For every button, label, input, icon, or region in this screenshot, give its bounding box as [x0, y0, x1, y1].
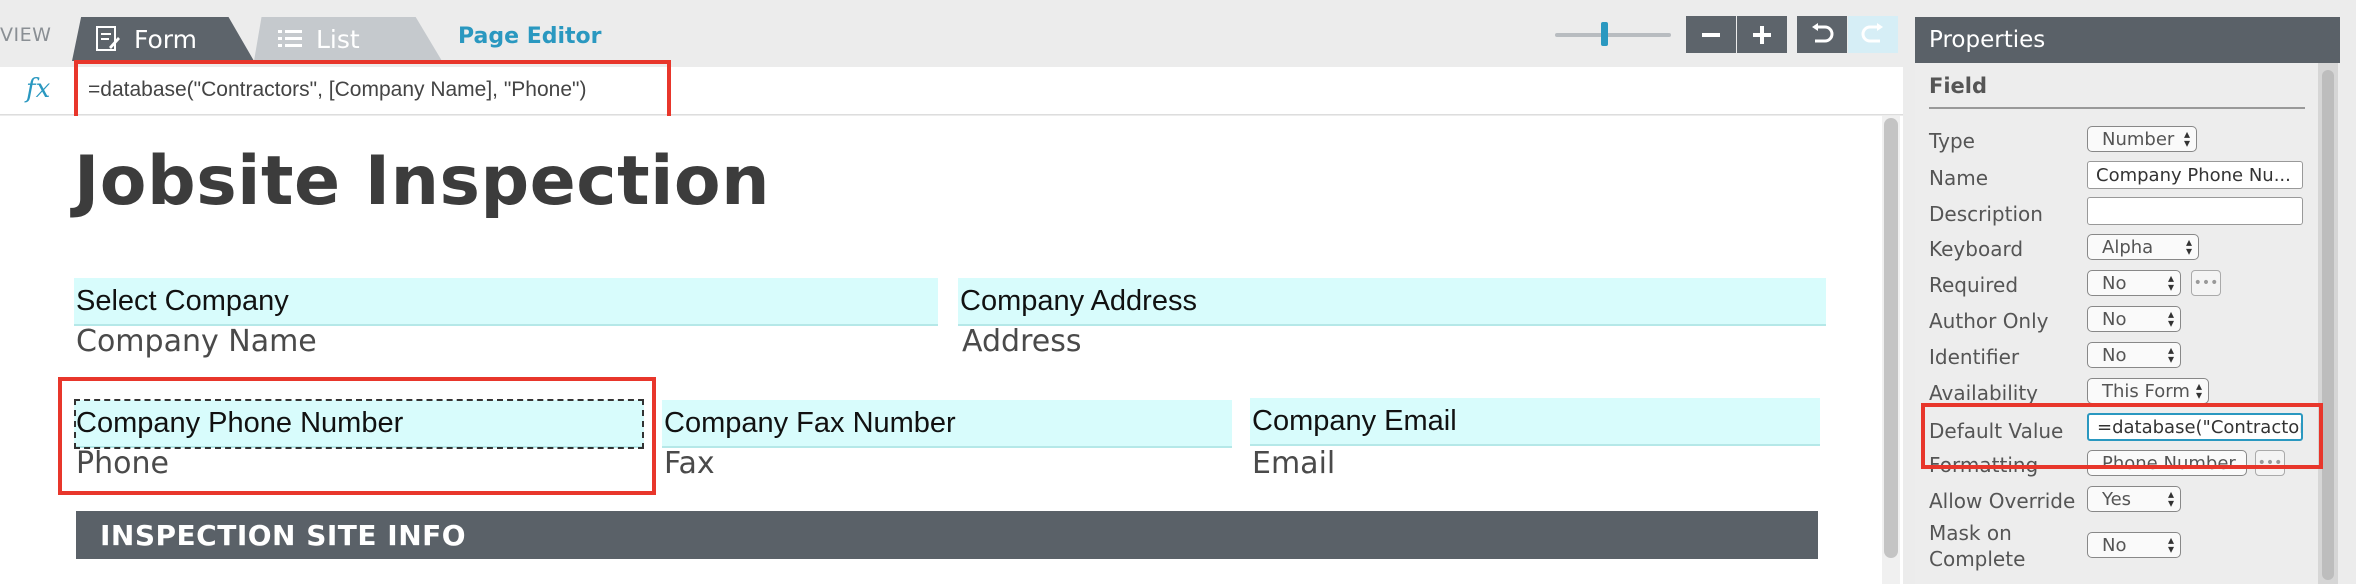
- stepper-arrows-icon: ▴ ▾: [2167, 343, 2174, 366]
- field-name-fax: Fax: [664, 446, 715, 481]
- prop-label-description: Description: [1929, 202, 2043, 226]
- field-name-email: Email: [1252, 446, 1336, 481]
- properties-scroll-thumb[interactable]: [2322, 70, 2334, 580]
- zoom-slider-handle[interactable]: [1601, 22, 1608, 46]
- section-header: INSPECTION SITE INFO: [76, 511, 1818, 559]
- prop-label-mask-on-complete: Mask on Complete: [1929, 521, 2026, 571]
- fx-icon: fx: [26, 74, 51, 104]
- undo-button[interactable]: [1797, 16, 1847, 53]
- identifier-select[interactable]: No ▴ ▾: [2087, 342, 2181, 368]
- stepper-arrows-icon: ▴ ▾: [2167, 487, 2174, 510]
- allow-override-select[interactable]: Yes ▴ ▾: [2087, 486, 2181, 512]
- keyboard-select[interactable]: Alpha ▴ ▾: [2087, 234, 2199, 260]
- field-name-company-name: Company Name: [76, 324, 317, 359]
- zoom-out-button[interactable]: [1686, 16, 1736, 53]
- tab-form[interactable]: Form: [72, 17, 254, 61]
- redo-button[interactable]: [1848, 16, 1898, 53]
- prop-label-required: Required: [1929, 273, 2019, 297]
- phone-field-highlight-box: [58, 377, 656, 495]
- prop-label-author-only: Author Only: [1929, 309, 2049, 333]
- field-label-select-company[interactable]: Select Company: [74, 278, 938, 326]
- field-label-company-fax[interactable]: Company Fax Number: [662, 400, 1232, 448]
- stepper-arrows-icon: ▴ ▾: [2167, 533, 2174, 556]
- prop-label-keyboard: Keyboard: [1929, 237, 2024, 261]
- zoom-in-button[interactable]: [1737, 16, 1787, 53]
- stepper-arrows-icon: ▴ ▾: [2167, 307, 2174, 330]
- tab-form-label: Form: [134, 24, 197, 54]
- description-input[interactable]: [2087, 197, 2303, 225]
- availability-select[interactable]: This Form ▴ ▾: [2087, 378, 2209, 404]
- stepper-arrows-icon: ▴ ▾: [2183, 127, 2190, 150]
- canvas-scroll-thumb[interactable]: [1884, 118, 1898, 558]
- mask-on-complete-select[interactable]: No ▴ ▾: [2087, 532, 2181, 558]
- form-title: Jobsite Inspection: [74, 142, 771, 221]
- name-input[interactable]: Company Phone Nu...: [2087, 161, 2303, 189]
- properties-group-title: Field: [1929, 74, 1988, 98]
- type-select[interactable]: Number ▴ ▾: [2087, 126, 2197, 152]
- prop-label-availability: Availability: [1929, 381, 2039, 405]
- undo-icon: [1812, 22, 1834, 42]
- stepper-arrows-icon: ▴ ▾: [2185, 235, 2192, 258]
- required-select[interactable]: No ▴ ▾: [2087, 270, 2181, 296]
- prop-label-type: Type: [1929, 129, 1975, 153]
- prop-label-allow-override: Allow Override: [1929, 489, 2076, 513]
- author-only-select[interactable]: No ▴ ▾: [2087, 306, 2181, 332]
- default-value-highlight-box: [1921, 403, 2323, 469]
- stepper-arrows-icon: ▴ ▾: [2167, 271, 2174, 294]
- required-more-button[interactable]: •••: [2191, 270, 2221, 296]
- field-label-company-email[interactable]: Company Email: [1250, 398, 1820, 446]
- view-label: VIEW: [0, 24, 52, 46]
- form-icon: [94, 25, 122, 53]
- ellipsis-icon: •••: [2193, 275, 2219, 291]
- plus-icon: [1753, 25, 1771, 44]
- group-divider: [1929, 107, 2305, 109]
- redo-icon: [1861, 22, 1883, 42]
- prop-label-name: Name: [1929, 166, 1989, 190]
- zoom-slider-track[interactable]: [1555, 33, 1671, 37]
- prop-label-identifier: Identifier: [1929, 345, 2020, 369]
- field-name-address: Address: [962, 324, 1082, 359]
- minus-icon: [1702, 32, 1720, 37]
- tab-list[interactable]: List: [254, 17, 442, 61]
- page-editor-link[interactable]: Page Editor: [458, 24, 602, 49]
- list-icon: [276, 25, 304, 53]
- field-label-company-address[interactable]: Company Address: [958, 278, 1826, 326]
- tab-list-label: List: [316, 24, 360, 54]
- properties-header: Properties: [1915, 17, 2340, 63]
- stepper-arrows-icon: ▴ ▾: [2195, 379, 2202, 402]
